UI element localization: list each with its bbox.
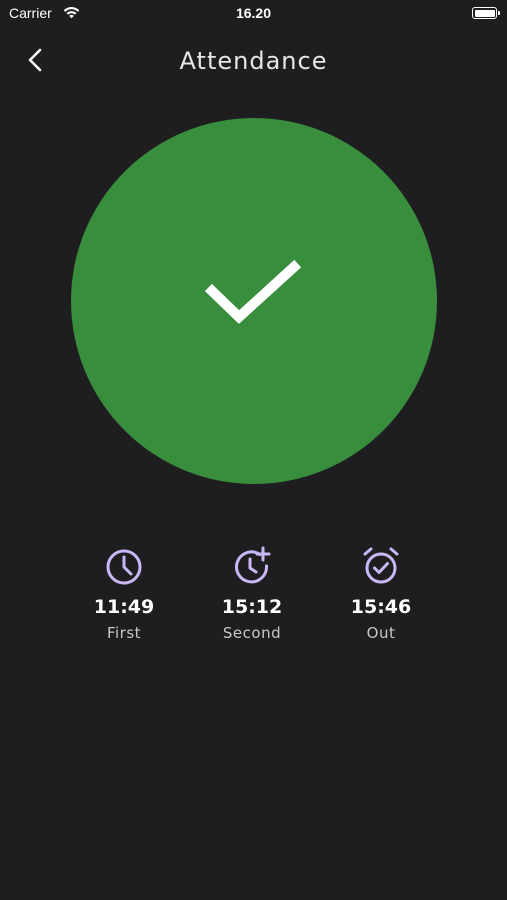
- stat-first-label: First: [106, 624, 142, 642]
- clock-plus-icon: [235, 546, 271, 584]
- stat-second-label: Second: [222, 624, 282, 642]
- attendance-times: 11:49 First 15:12 Second 15:46 Out: [0, 546, 507, 656]
- stat-second-time: 15:12: [221, 596, 283, 618]
- attendance-status-circle: [71, 118, 437, 484]
- stat-out-label: Out: [366, 624, 396, 642]
- alarm-check-icon: [363, 547, 399, 584]
- stat-first-time: 11:49: [93, 596, 155, 618]
- stat-out-time: 15:46: [350, 596, 412, 618]
- check-icon: [204, 259, 302, 324]
- stat-second: 15:12 Second: [192, 546, 312, 642]
- stat-out: 15:46 Out: [321, 546, 441, 642]
- battery-icon: [472, 7, 500, 19]
- status-clock: 16.20: [235, 5, 272, 21]
- clock-icon: [106, 549, 142, 585]
- stat-first: 11:49 First: [64, 546, 184, 642]
- status-bar: Carrier 16.20: [0, 0, 507, 28]
- page-title: Attendance: [179, 47, 328, 75]
- nav-header: Attendance: [0, 40, 507, 84]
